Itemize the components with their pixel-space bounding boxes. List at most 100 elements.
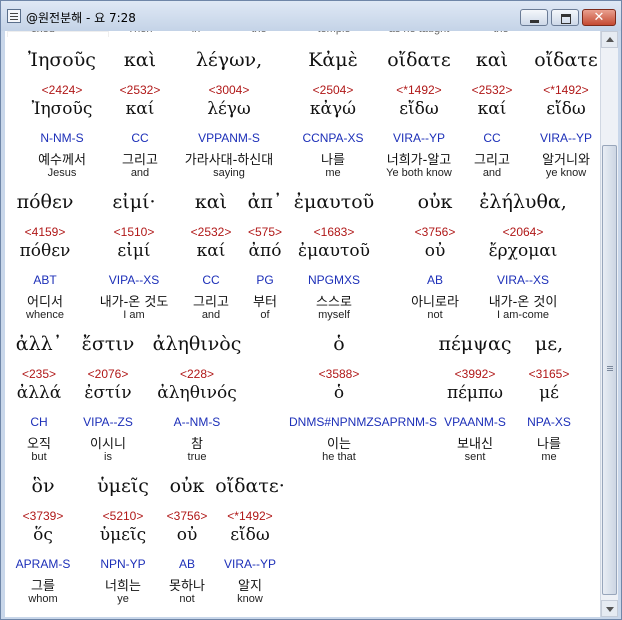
strong-number: <1683> — [313, 225, 355, 239]
strong-number: <3004> — [208, 83, 250, 97]
korean-gloss: 가라사대-하신대 — [184, 153, 274, 168]
lemma: καί — [125, 99, 155, 119]
strong-number: <3756> — [414, 225, 456, 239]
parsing-code: NPGMXS — [307, 273, 360, 287]
english-gloss: ye know — [545, 167, 587, 179]
minimize-icon — [521, 10, 547, 25]
close-icon: ✕ — [593, 10, 605, 25]
parsing-code: VIPA--ZS — [83, 415, 133, 429]
parsing-code: CC — [131, 131, 149, 145]
english-gloss: is — [104, 451, 112, 463]
strong-number: <2076> — [87, 367, 129, 381]
korean-gloss: 내가-온 것이 — [488, 295, 558, 310]
parsing-code: CCNPA-XS — [302, 131, 364, 145]
previous-line-word: the — [493, 31, 508, 35]
lemma: πόθεν — [19, 241, 71, 261]
greek-word: οἴδατε — [534, 49, 598, 71]
greek-word: οἴδατε· — [215, 475, 285, 497]
interlinear-view[interactable]: criedTheninthetempleas he taughtthe Ἰησο… — [5, 31, 600, 617]
lemma: ἐστίν — [84, 383, 132, 403]
english-gloss: I am-come — [497, 309, 549, 321]
scroll-down-arrow-icon[interactable] — [601, 600, 618, 617]
parsing-code: VIRA--YP — [539, 131, 592, 145]
korean-gloss: 아니로라 — [411, 295, 459, 310]
lemma: ἀληθινός — [157, 383, 237, 403]
korean-gloss: 알지 — [238, 579, 262, 594]
previous-line-remnant: cried Then in the temple as he taught the — [5, 31, 600, 37]
parsing-code: DNMS#NPNMZSAPRNM-S — [289, 415, 438, 429]
english-gloss: he that — [322, 451, 356, 463]
maximize-icon — [552, 10, 578, 25]
strong-number: <*1492> — [227, 509, 273, 523]
lemma: οὐ — [424, 241, 446, 261]
greek-word: ὁ — [333, 333, 345, 355]
korean-gloss: 그리고 — [122, 153, 158, 168]
app-window: @원전분해 - 요 7:28 ✕ cried Then in the temple as … — [0, 0, 622, 620]
korean-gloss: 알거니와 — [542, 153, 590, 168]
greek-word: ἐλήλυθα, — [479, 191, 567, 213]
strong-number: <2532> — [119, 83, 161, 97]
strong-number: <*1492> — [543, 83, 589, 97]
strong-number: <3588> — [318, 367, 360, 381]
greek-word: Κἀμὲ — [308, 49, 358, 71]
english-gloss: true — [187, 451, 207, 463]
lemma: μέ — [539, 383, 559, 403]
previous-line-word: Then — [127, 31, 152, 35]
korean-gloss: 이시니 — [90, 437, 126, 452]
english-gloss: saying — [213, 167, 245, 179]
korean-gloss: 나를 — [537, 437, 561, 452]
greek-word: ἔστιν — [81, 333, 135, 355]
korean-gloss: 참 — [191, 437, 203, 452]
previous-line-word: the — [251, 31, 266, 35]
lemma: λέγω — [207, 99, 251, 119]
minimize-button[interactable] — [520, 9, 548, 26]
parsing-code: A--NM-S — [173, 415, 221, 429]
korean-gloss: 이는 — [327, 437, 351, 452]
greek-word: οὐκ — [417, 191, 453, 213]
parsing-code: VPPANM-S — [198, 131, 260, 145]
english-gloss: know — [237, 593, 263, 605]
english-gloss: and — [130, 167, 150, 179]
lemma: ὁ — [333, 383, 345, 403]
maximize-button[interactable] — [551, 9, 579, 26]
korean-gloss: 나를 — [321, 153, 345, 168]
scroll-thumb[interactable] — [602, 145, 617, 595]
previous-line-word: as he taught — [389, 31, 450, 35]
korean-gloss: 스스로 — [316, 295, 352, 310]
lemma: ἔρχομαι — [488, 241, 558, 261]
english-gloss: me — [541, 451, 557, 463]
strong-number: <2504> — [312, 83, 354, 97]
lemma: εἴδω — [230, 525, 270, 545]
previous-line-highlight — [7, 31, 109, 37]
parsing-code: VIRA--YP — [223, 557, 276, 571]
title-bar[interactable]: @원전분해 - 요 7:28 ✕ — [1, 1, 621, 31]
window-title: @원전분해 - 요 7:28 — [26, 11, 136, 25]
greek-word: λέγων, — [195, 49, 263, 71]
scroll-up-arrow-icon[interactable] — [601, 31, 618, 48]
parsing-code: VIRA--XS — [496, 273, 549, 287]
lemma: εἴδω — [546, 99, 586, 119]
parsing-code: ABT — [33, 273, 57, 287]
english-gloss: not — [427, 309, 443, 321]
strong-number: <228> — [179, 367, 215, 381]
english-gloss: myself — [318, 309, 350, 321]
close-button[interactable]: ✕ — [582, 9, 616, 26]
lemma: κἀγώ — [309, 99, 357, 119]
english-gloss: whence — [26, 309, 64, 321]
app-icon[interactable] — [7, 9, 21, 23]
vertical-scrollbar[interactable] — [600, 31, 618, 617]
previous-line-word: temple — [317, 31, 350, 35]
parsing-code: NPA-XS — [527, 415, 571, 429]
greek-word: με, — [534, 333, 564, 355]
lemma: ἐμαυτοῦ — [298, 241, 370, 261]
strong-number: <4159> — [24, 225, 66, 239]
parsing-code: AB — [426, 273, 443, 287]
strong-number: <3165> — [528, 367, 570, 381]
previous-line-word: in — [192, 31, 201, 35]
strong-number: <2064> — [502, 225, 544, 239]
greek-word: ἀληθινὸς — [152, 333, 242, 355]
greek-word: ἐμαυτοῦ — [293, 191, 375, 213]
english-gloss: me — [325, 167, 341, 179]
previous-line-word: cried — [31, 31, 55, 35]
korean-gloss: 어디서 — [27, 295, 63, 310]
